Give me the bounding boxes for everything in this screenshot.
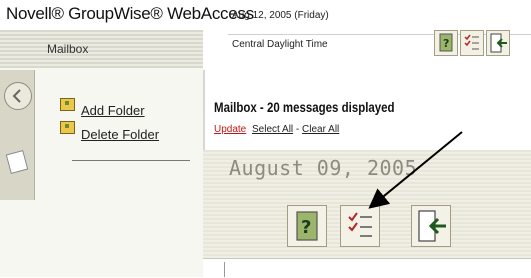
exit-icon bbox=[490, 33, 507, 53]
clear-all-link[interactable]: Clear All bbox=[302, 124, 339, 135]
help-icon: ? bbox=[296, 211, 318, 241]
delete-folder-link[interactable]: Delete Folder bbox=[81, 127, 159, 142]
add-folder-link[interactable]: Add Folder bbox=[81, 103, 145, 118]
sidebar-divider bbox=[72, 160, 190, 161]
options-icon bbox=[464, 34, 479, 50]
delete-folder-icon[interactable] bbox=[60, 121, 75, 134]
help-icon: ? bbox=[439, 33, 453, 52]
options-button[interactable] bbox=[460, 30, 484, 56]
zoom-options-button[interactable] bbox=[340, 205, 380, 247]
exit-button[interactable] bbox=[486, 30, 510, 56]
zoom-footer bbox=[203, 258, 531, 278]
current-date: Aug 12, 2005 (Friday) bbox=[232, 10, 329, 21]
zoom-footer-tick bbox=[224, 262, 225, 277]
section-label: Mailbox bbox=[47, 42, 89, 56]
page-title: Mailbox - 20 messages displayed bbox=[214, 99, 395, 115]
add-folder-icon[interactable] bbox=[60, 98, 75, 111]
options-icon bbox=[348, 212, 372, 237]
svg-text:?: ? bbox=[301, 217, 311, 238]
zoom-exit-button[interactable] bbox=[411, 205, 451, 247]
app-brand: Novell® GroupWise® WebAccess bbox=[6, 4, 254, 23]
exit-icon bbox=[418, 210, 446, 242]
svg-text:?: ? bbox=[443, 37, 449, 50]
folder-tab-icon[interactable] bbox=[4, 82, 32, 110]
zoom-date: August 09, 2005 bbox=[229, 156, 418, 180]
zoom-help-button[interactable]: ? bbox=[287, 205, 327, 247]
select-all-link[interactable]: Select All bbox=[252, 124, 293, 135]
section-strip bbox=[0, 30, 203, 68]
selection-links: Select All - Clear All bbox=[252, 124, 339, 135]
chevron-left-icon bbox=[12, 89, 21, 103]
help-button[interactable]: ? bbox=[434, 30, 458, 56]
timezone-label: Central Daylight Time bbox=[232, 39, 328, 50]
update-link[interactable]: Update bbox=[214, 124, 246, 135]
selection-separator: - bbox=[295, 124, 300, 135]
